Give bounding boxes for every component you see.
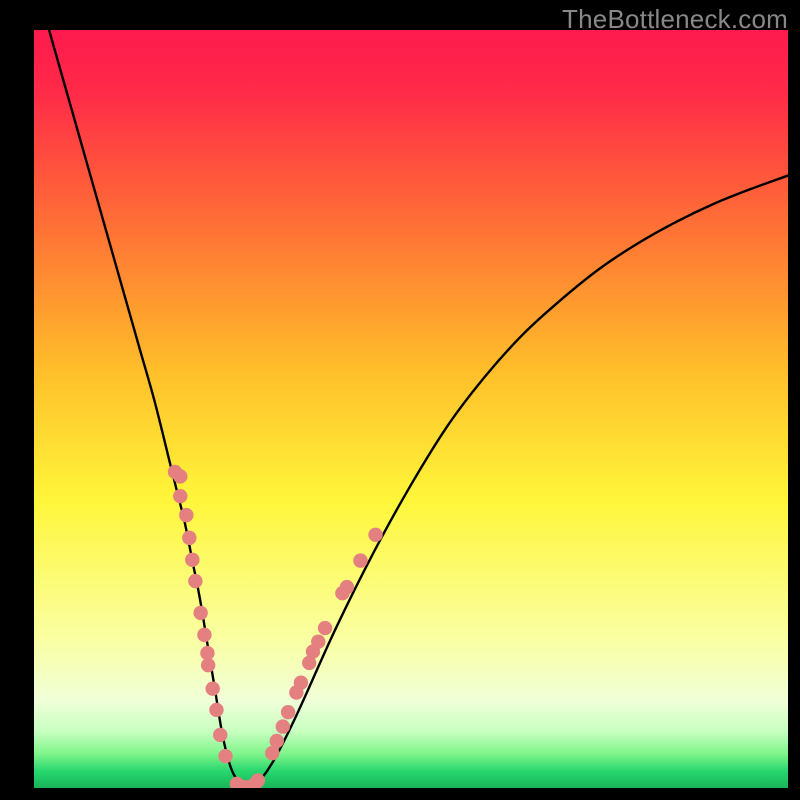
data-dot (281, 705, 295, 719)
data-dot (218, 749, 232, 763)
data-dot (206, 682, 220, 696)
gradient-rect (34, 30, 788, 788)
plot-svg (34, 30, 788, 788)
data-dot (193, 606, 207, 620)
data-dot (368, 528, 382, 542)
data-dot (318, 621, 332, 635)
data-dot (213, 728, 227, 742)
data-dot (188, 574, 202, 588)
data-dot (340, 580, 354, 594)
data-dot (209, 703, 223, 717)
data-dot (294, 675, 308, 689)
data-dot (353, 553, 367, 567)
data-dot (251, 773, 265, 787)
data-dot (197, 628, 211, 642)
data-dot (173, 489, 187, 503)
data-dot (200, 646, 214, 660)
plot-area (34, 30, 788, 788)
chart-frame: TheBottleneck.com (0, 0, 800, 800)
data-dot (270, 734, 284, 748)
data-dot (311, 635, 325, 649)
data-dot (185, 553, 199, 567)
data-dot (179, 508, 193, 522)
data-dot (173, 469, 187, 483)
data-dot (182, 531, 196, 545)
data-dot (276, 719, 290, 733)
